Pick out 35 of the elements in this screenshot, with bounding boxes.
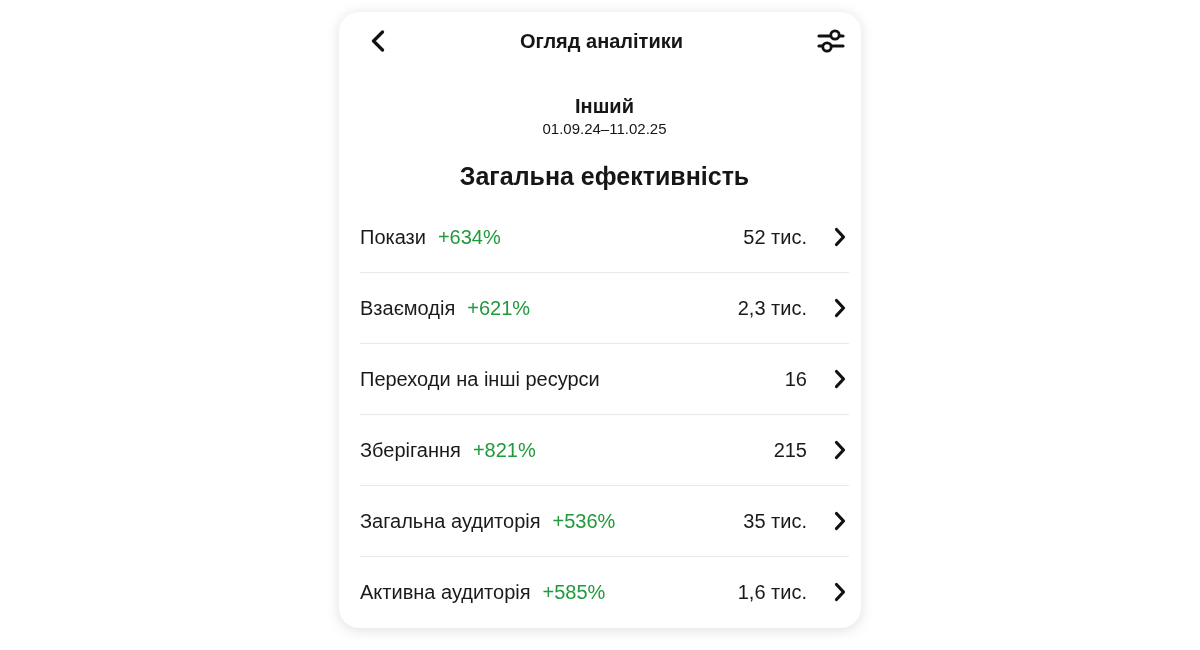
chevron-right-icon: [834, 582, 846, 602]
change-percent: +821%: [472, 438, 536, 462]
page-title: Огляд аналітики: [520, 29, 683, 53]
metric-value: 52 тис.: [743, 225, 807, 249]
metric-value: 2,3 тис.: [737, 296, 807, 320]
chevron-right-icon: [834, 298, 846, 318]
metric-label: Переходи на інші ресурси: [360, 367, 600, 391]
metric-row[interactable]: Покази +634% 52 тис.: [360, 202, 849, 273]
back-icon[interactable]: [370, 30, 386, 52]
chevron-right-icon: [834, 511, 846, 531]
chevron-right-icon: [834, 227, 846, 247]
metric-row[interactable]: Активна аудиторія +585% 1,6 тис.: [360, 557, 849, 627]
metric-value: 16: [784, 367, 807, 391]
section-title: Загальна ефективність: [458, 161, 751, 191]
metric-value: 35 тис.: [743, 509, 807, 533]
metric-row[interactable]: Взаємодія +621% 2,3 тис.: [360, 273, 849, 344]
change-percent: +585%: [542, 580, 606, 604]
metric-label: Зберігання: [360, 438, 461, 462]
metric-label: Покази: [360, 225, 426, 249]
metric-label: Активна аудиторія: [360, 580, 531, 604]
period-name: Інший: [575, 94, 634, 118]
change-percent: +536%: [552, 509, 616, 533]
date-range: 01.09.24–11.02.25: [542, 119, 667, 139]
metric-label: Загальна аудиторія: [360, 509, 541, 533]
metric-value: 1,6 тис.: [737, 580, 807, 604]
chevron-right-icon: [834, 369, 846, 389]
change-percent: +634%: [437, 225, 501, 249]
chevron-right-icon: [834, 440, 846, 460]
change-percent: +621%: [467, 296, 531, 320]
metric-value: 215: [773, 438, 807, 462]
sliders-icon[interactable]: [817, 29, 845, 53]
metric-row[interactable]: Загальна аудиторія +536% 35 тис.: [360, 486, 849, 557]
metric-row[interactable]: Зберігання +821% 215: [360, 415, 849, 486]
metric-label: Взаємодія: [360, 296, 456, 320]
metric-row[interactable]: Переходи на інші ресурси 16: [360, 344, 849, 415]
